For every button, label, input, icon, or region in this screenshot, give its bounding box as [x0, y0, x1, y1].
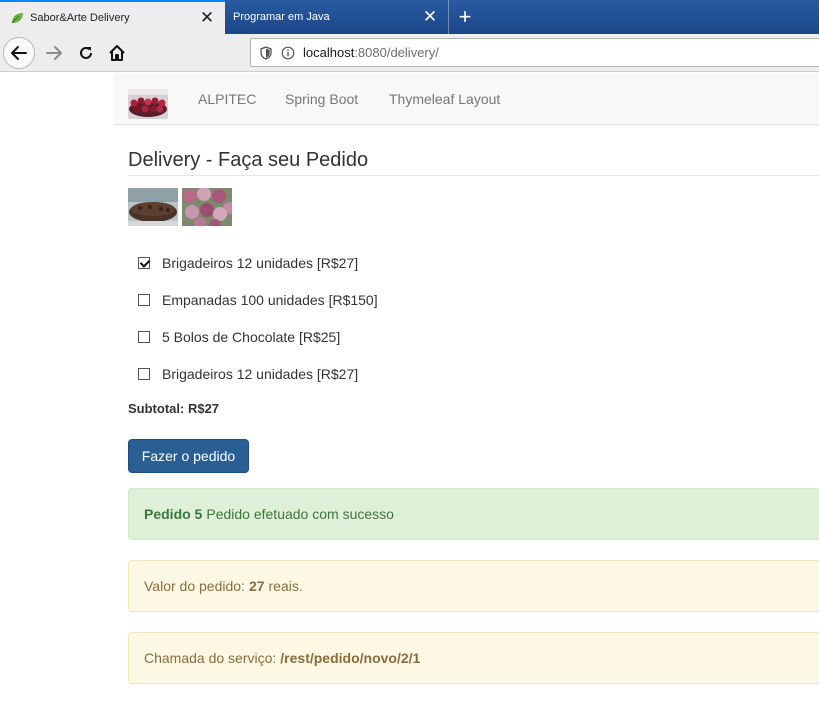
nav-link-alpitec[interactable]: ALPITEC — [198, 91, 256, 107]
order-value-alert: Valor do pedido: 27 reais. — [128, 560, 819, 612]
tab-sabor-arte[interactable]: Sabor&Arte Delivery ✕ — [0, 0, 225, 34]
success-alert: Pedido 5 Pedido efetuado com sucesso — [128, 488, 819, 540]
arrow-left-icon — [11, 46, 27, 60]
tab-title: Sabor&Arte Delivery — [30, 12, 130, 24]
success-message: Pedido efetuado com sucesso — [206, 506, 394, 522]
tab-strip: Sabor&Arte Delivery ✕ Programar em Java … — [0, 0, 819, 34]
info-icon[interactable] — [281, 46, 295, 60]
forward-button[interactable] — [38, 37, 70, 69]
checkbox-item-2[interactable] — [138, 294, 150, 306]
place-order-button[interactable]: Fazer o pedido — [128, 439, 249, 473]
site-navbar: ALPITEC Spring Boot Thymeleaf Layout — [114, 73, 819, 125]
url-host: localhost — [303, 45, 355, 60]
back-button[interactable] — [3, 37, 35, 69]
order-item-label: Empanadas 100 unidades [R$150] — [162, 292, 378, 308]
order-item-label: 5 Bolos de Chocolate [R$25] — [162, 329, 341, 345]
arrow-right-icon — [46, 46, 62, 60]
order-item-1[interactable]: Brigadeiros 12 unidades [R$27] — [138, 255, 358, 271]
reload-button[interactable] — [70, 37, 102, 69]
subtotal-label: Subtotal: — [128, 401, 185, 416]
subtotal: Subtotal: R$27 — [128, 401, 219, 416]
close-tab-icon[interactable]: ✕ — [420, 7, 440, 27]
service-call-alert: Chamada do serviço:/rest/pedido/novo/2/1 — [128, 632, 819, 684]
url-text: localhost:8080/delivery/ — [303, 45, 439, 60]
page-title: Delivery - Faça seu Pedido — [128, 149, 369, 171]
checkbox-item-3[interactable] — [138, 331, 150, 343]
nav-toolbar: localhost:8080/delivery/ — [0, 34, 819, 72]
order-item-label: Brigadeiros 12 unidades [R$27] — [162, 255, 359, 271]
url-bar[interactable]: localhost:8080/delivery/ — [250, 38, 819, 67]
new-tab-button[interactable]: + — [451, 4, 479, 29]
close-tab-icon[interactable]: ✕ — [197, 8, 217, 28]
url-path: :8080/delivery/ — [354, 45, 439, 60]
home-icon — [109, 45, 125, 61]
brand-logo[interactable] — [128, 89, 168, 119]
service-call-label: Chamada do serviço: — [144, 650, 277, 666]
leaf-icon — [11, 13, 23, 24]
checkbox-item-4[interactable] — [138, 368, 150, 380]
product-image-brigadeiros — [182, 188, 232, 226]
service-call-path: /rest/pedido/novo/2/1 — [280, 650, 421, 666]
order-number: Pedido 5 — [144, 506, 203, 522]
order-item-2[interactable]: Empanadas 100 unidades [R$150] — [138, 292, 378, 308]
shield-icon[interactable] — [259, 45, 273, 60]
tab-programar-java[interactable]: Programar em Java ✕ — [225, 0, 449, 34]
home-button[interactable] — [101, 37, 133, 69]
order-value-unit: reais. — [268, 578, 303, 594]
title-divider — [128, 175, 819, 176]
nav-link-spring-boot[interactable]: Spring Boot — [285, 91, 358, 107]
tab-title: Programar em Java — [233, 11, 330, 23]
order-item-3[interactable]: 5 Bolos de Chocolate [R$25] — [138, 329, 340, 345]
reload-icon — [80, 46, 92, 59]
subtotal-value: R$27 — [187, 401, 220, 416]
order-item-4[interactable]: Brigadeiros 12 unidades [R$27] — [138, 366, 358, 382]
product-image-bolo — [128, 188, 178, 226]
order-value-label: Valor do pedido: — [144, 578, 245, 594]
checkbox-item-1[interactable] — [138, 257, 150, 269]
brigadeiros-logo-image — [128, 89, 168, 119]
nav-link-thymeleaf-layout[interactable]: Thymeleaf Layout — [389, 91, 500, 107]
order-item-label: Brigadeiros 12 unidades [R$27] — [162, 366, 359, 382]
order-value: 27 — [248, 578, 265, 594]
